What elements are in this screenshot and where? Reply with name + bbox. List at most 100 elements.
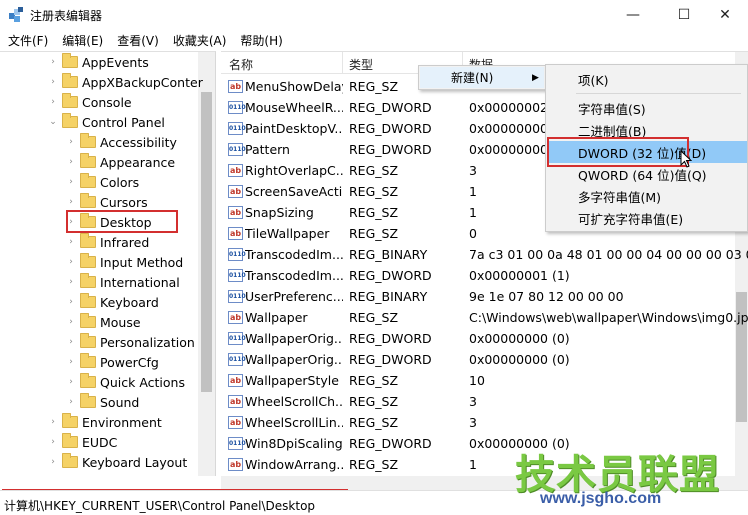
binary-value-icon: 0110: [228, 437, 246, 450]
binary-value-icon: 0110: [228, 269, 246, 282]
value-name: WallpaperStyle: [245, 373, 339, 388]
tree-item[interactable]: › Appearance: [66, 152, 175, 172]
value-type: REG_BINARY: [349, 247, 428, 262]
chevron-right-icon[interactable]: ›: [66, 357, 76, 367]
menu-item-new[interactable]: 新建(N) ▶: [420, 67, 544, 88]
tree-item[interactable]: › Sound: [66, 392, 139, 412]
column-name[interactable]: 名称: [229, 56, 253, 73]
value-data: 3: [469, 394, 477, 409]
chevron-right-icon[interactable]: ›: [66, 177, 76, 187]
chevron-right-icon[interactable]: ›: [66, 237, 76, 247]
value-row[interactable]: ab WheelScrollLin... REG_SZ 3: [221, 412, 748, 433]
tree-item[interactable]: › Infrared: [66, 232, 149, 252]
tree-item[interactable]: › Keyboard: [66, 292, 159, 312]
submenu-item-key[interactable]: 项(K): [547, 68, 747, 90]
tree-item[interactable]: › AppXBackupConter: [48, 72, 203, 92]
submenu-item-multistring[interactable]: 多字符串值(M): [547, 185, 747, 207]
menu-edit[interactable]: 编辑(E): [62, 32, 103, 49]
menu-favorites[interactable]: 收藏夹(A): [173, 32, 227, 49]
chevron-right-icon[interactable]: ›: [66, 277, 76, 287]
value-name: WheelScrollLin...: [245, 415, 343, 430]
value-type: REG_BINARY: [349, 289, 428, 304]
value-type: REG_DWORD: [349, 121, 432, 136]
mouse-pointer-icon: [680, 149, 693, 168]
value-data: 0x00000000 (0): [469, 331, 570, 346]
tree-item-label: International: [100, 274, 180, 290]
value-type: REG_DWORD: [349, 142, 432, 157]
tree-item[interactable]: › AppEvents: [48, 52, 149, 72]
submenu-item-string[interactable]: 字符串值(S): [547, 97, 747, 119]
chevron-right-icon[interactable]: ›: [48, 57, 58, 67]
tree-item[interactable]: › Cursors: [66, 192, 148, 212]
tree-item[interactable]: › Colors: [66, 172, 139, 192]
tree-item[interactable]: ⌄ Control Panel: [48, 112, 165, 132]
tree-item[interactable]: › EUDC: [48, 432, 117, 452]
tree-item[interactable]: › Environment: [48, 412, 162, 432]
folder-icon: [80, 273, 96, 288]
registry-tree[interactable]: › AppEvents › AppXBackupConter › Console ⌄ Cont…: [0, 51, 216, 476]
chevron-right-icon[interactable]: ›: [66, 337, 76, 347]
minimize-button[interactable]: —: [610, 0, 656, 30]
chevron-right-icon[interactable]: ›: [48, 437, 58, 447]
binary-value-icon: 0110: [228, 353, 246, 366]
tree-item[interactable]: › Keyboard Layout: [48, 452, 187, 472]
value-row[interactable]: 0110 UserPreferenc... REG_BINARY 9e 1e 07 8…: [221, 286, 748, 307]
tree-item-label: Console: [82, 94, 132, 110]
value-type: REG_DWORD: [349, 436, 432, 451]
value-name: Wallpaper: [245, 310, 308, 325]
tree-item[interactable]: › Personalization: [66, 332, 195, 352]
tree-item[interactable]: › Console: [48, 92, 132, 112]
chevron-right-icon[interactable]: ›: [48, 457, 58, 467]
column-divider[interactable]: [342, 52, 343, 74]
tree-item-label: EUDC: [82, 434, 118, 450]
value-name: WallpaperOrig...: [245, 331, 343, 346]
menu-file[interactable]: 文件(F): [8, 32, 48, 49]
maximize-button[interactable]: ☐: [661, 0, 707, 30]
binary-value-icon: 0110: [228, 122, 246, 135]
folder-icon: [80, 173, 96, 188]
tree-item[interactable]: › Quick Actions: [66, 372, 185, 392]
value-row[interactable]: ab WheelScrollCh... REG_SZ 3: [221, 391, 748, 412]
chevron-right-icon[interactable]: ›: [66, 197, 76, 207]
value-name: Win8DpiScaling: [245, 436, 343, 451]
folder-icon: [80, 313, 96, 328]
tree-item-label: Input Method: [100, 254, 184, 270]
tree-item[interactable]: › PowerCfg: [66, 352, 159, 372]
chevron-right-icon[interactable]: ›: [66, 397, 76, 407]
value-row[interactable]: 0110 TranscodedIm... REG_BINARY 7a c3 01 00…: [221, 244, 748, 265]
title-bar: 注册表编辑器 — ☐ ✕: [0, 0, 748, 30]
string-value-icon: ab: [228, 311, 243, 324]
tree-item[interactable]: › International: [66, 272, 180, 292]
chevron-right-icon[interactable]: ›: [66, 137, 76, 147]
string-value-icon: ab: [228, 374, 243, 387]
chevron-right-icon[interactable]: ›: [66, 157, 76, 167]
tree-item[interactable]: › Accessibility: [66, 132, 177, 152]
chevron-right-icon[interactable]: ›: [66, 317, 76, 327]
menu-separator: [576, 93, 741, 94]
column-type[interactable]: 类型: [349, 56, 373, 73]
chevron-right-icon[interactable]: ›: [66, 377, 76, 387]
tree-item[interactable]: › Mouse: [66, 312, 141, 332]
tree-item[interactable]: › Input Method: [66, 252, 183, 272]
chevron-right-icon[interactable]: ›: [48, 417, 58, 427]
folder-icon: [80, 293, 96, 308]
value-row[interactable]: 0110 WallpaperOrig... REG_DWORD 0x00000000 …: [221, 328, 748, 349]
value-row[interactable]: 0110 WallpaperOrig... REG_DWORD 0x00000000 …: [221, 349, 748, 370]
folder-icon: [62, 433, 78, 448]
value-row[interactable]: ab Wallpaper REG_SZ C:\Windows\web\wallpape…: [221, 307, 748, 328]
menu-view[interactable]: 查看(V): [117, 32, 159, 49]
tree-item-label: Colors: [100, 174, 140, 190]
close-button[interactable]: ✕: [702, 0, 748, 30]
tree-scroll-thumb[interactable]: [201, 92, 212, 392]
tree-vertical-scrollbar[interactable]: [198, 52, 215, 476]
chevron-right-icon[interactable]: ›: [66, 297, 76, 307]
chevron-right-icon[interactable]: ›: [66, 257, 76, 267]
value-name: PaintDesktopV...: [245, 121, 343, 136]
chevron-down-icon[interactable]: ⌄: [48, 117, 58, 127]
submenu-item-expandstring[interactable]: 可扩充字符串值(E): [547, 207, 747, 229]
chevron-right-icon[interactable]: ›: [48, 77, 58, 87]
menu-help[interactable]: 帮助(H): [240, 32, 282, 49]
value-row[interactable]: 0110 TranscodedIm... REG_DWORD 0x00000001 (…: [221, 265, 748, 286]
chevron-right-icon[interactable]: ›: [48, 97, 58, 107]
value-row[interactable]: ab WallpaperStyle REG_SZ 10: [221, 370, 748, 391]
